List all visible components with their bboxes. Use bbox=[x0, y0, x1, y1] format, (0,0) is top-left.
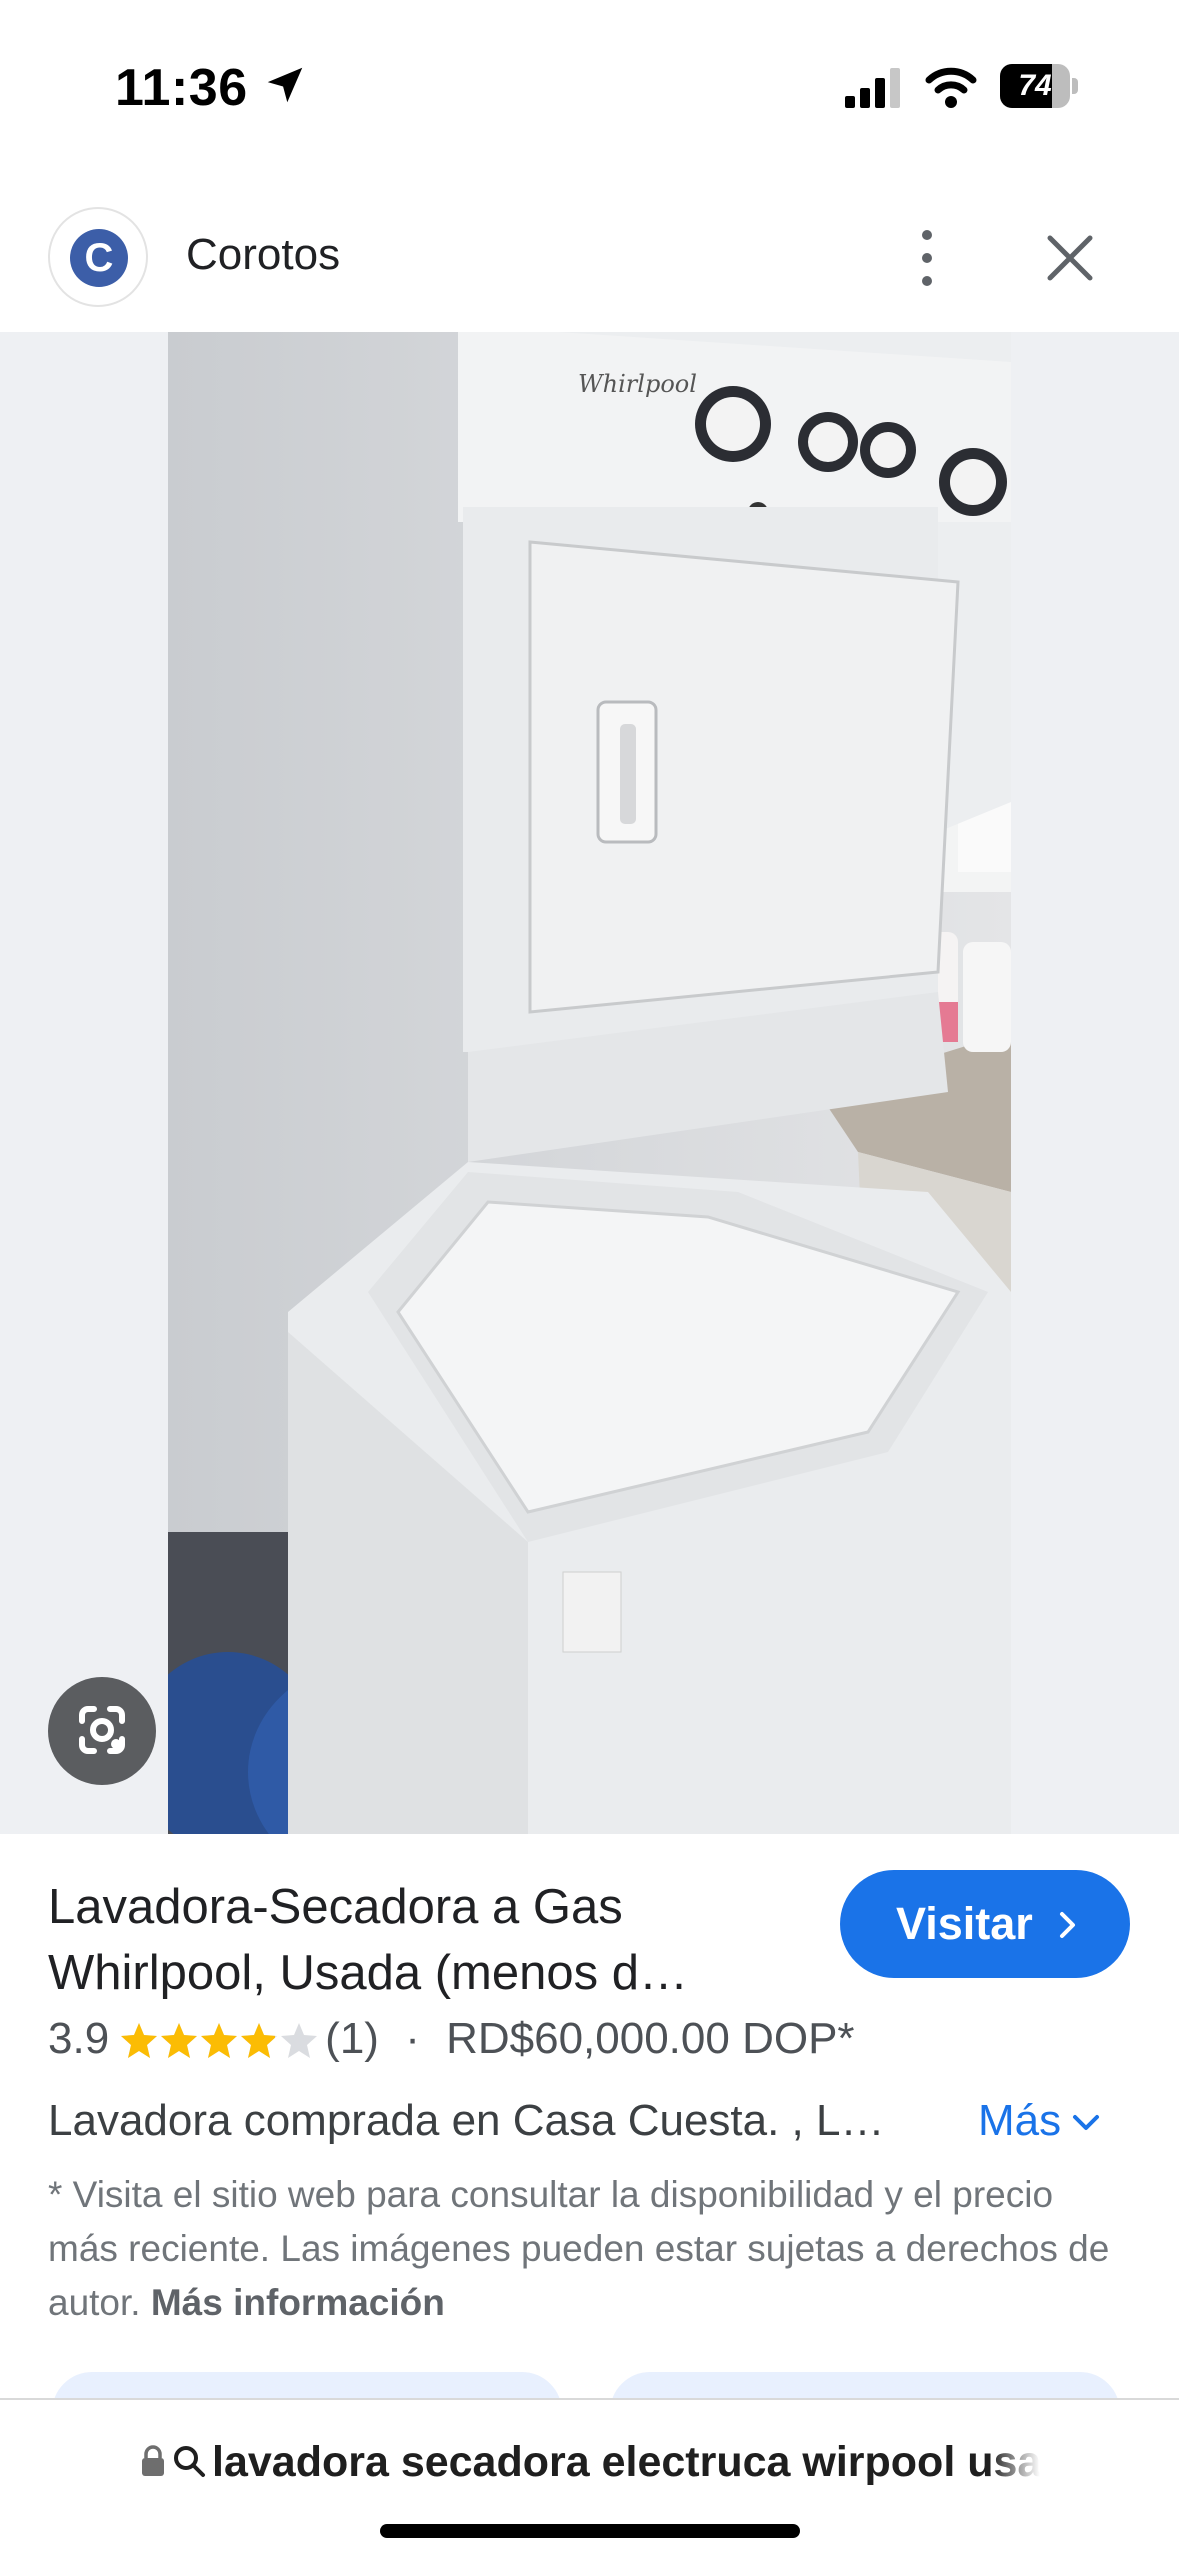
price: RD$60,000.00 DOP* bbox=[446, 2014, 855, 2063]
rating-row: 3.9 (1) · RD$60,000.00 DOP* bbox=[48, 2014, 855, 2064]
product-description: Lavadora comprada en Casa Cuesta. , L… bbox=[48, 2096, 885, 2145]
product-title-line-1: Lavadora-Secadora a Gas bbox=[48, 1880, 623, 1934]
wifi-icon bbox=[925, 67, 977, 108]
site-logo[interactable]: C bbox=[48, 207, 148, 307]
star-icon bbox=[281, 2023, 318, 2059]
more-info-link[interactable]: Más información bbox=[151, 2282, 445, 2323]
whirlpool-logo: Whirlpool bbox=[578, 370, 697, 398]
status-bar: 11:36 74 bbox=[0, 0, 1179, 170]
lens-icon bbox=[79, 1706, 125, 1754]
chevron-down-icon bbox=[1073, 2115, 1100, 2131]
search-query: lavadora secadora electruca wirpool usad… bbox=[212, 2438, 1040, 2486]
site-name[interactable]: Corotos bbox=[186, 230, 340, 280]
more-options-button[interactable] bbox=[900, 218, 954, 298]
rating-value: 3.9 bbox=[48, 2014, 110, 2063]
image-viewer: Whirlpool bbox=[0, 332, 1179, 1834]
battery-level: 74 bbox=[1018, 69, 1052, 102]
address-bar[interactable]: lavadora secadora electruca wirpool usad… bbox=[0, 2398, 1179, 2558]
more-button[interactable]: Más bbox=[978, 2096, 1101, 2146]
star-rating bbox=[121, 2023, 318, 2059]
visit-label: Visitar bbox=[896, 1898, 1033, 1949]
cellular-signal-icon bbox=[845, 68, 900, 108]
star-icon bbox=[121, 2023, 158, 2059]
product-title[interactable]: Lavadora-Secadora a Gas Whirlpool, Usada… bbox=[48, 1874, 808, 2006]
status-time: 11:36 bbox=[115, 59, 248, 117]
more-label: Más bbox=[978, 2096, 1062, 2145]
star-icon bbox=[201, 2023, 238, 2059]
site-logo-letter: C bbox=[70, 229, 128, 287]
review-count: (1) bbox=[325, 2014, 379, 2063]
product-title-line-2: Whirlpool, Usada (menos d… bbox=[48, 1946, 688, 2000]
battery-icon: 74 bbox=[1000, 64, 1078, 108]
close-icon[interactable] bbox=[1040, 228, 1100, 288]
location-arrow-icon bbox=[267, 67, 303, 103]
star-icon bbox=[161, 2023, 198, 2059]
separator: · bbox=[405, 2014, 420, 2063]
lock-icon bbox=[142, 2445, 164, 2476]
lens-button[interactable] bbox=[48, 1677, 156, 1785]
disclaimer: * Visita el sitio web para consultar la … bbox=[48, 2168, 1128, 2330]
site-header: C Corotos bbox=[0, 200, 1179, 332]
search-icon bbox=[174, 2446, 205, 2477]
search-query-row[interactable]: lavadora secadora electruca wirpool usad… bbox=[140, 2438, 1040, 2498]
visit-button[interactable]: Visitar bbox=[840, 1870, 1130, 1978]
home-indicator bbox=[380, 2524, 800, 2538]
chevron-right-icon bbox=[1060, 1912, 1075, 1938]
star-icon bbox=[241, 2023, 278, 2059]
product-image[interactable]: Whirlpool bbox=[168, 332, 1011, 1834]
